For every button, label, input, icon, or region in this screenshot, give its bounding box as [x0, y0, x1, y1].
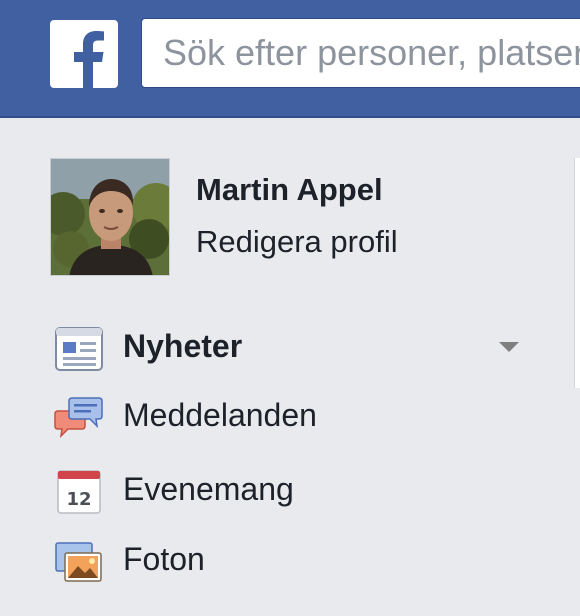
profile-name[interactable]: Martin Appel [196, 172, 383, 208]
facebook-f-icon[interactable] [50, 20, 118, 88]
sidebar-item-events[interactable]: 12 Evenemang [50, 461, 540, 519]
photos-icon [54, 539, 104, 585]
sidebar-item-label: Evenemang [123, 471, 294, 507]
sidebar-item-news-feed[interactable]: Nyheter [50, 318, 540, 376]
content-column-edge [574, 158, 580, 388]
messages-icon [54, 395, 104, 441]
search-input[interactable] [142, 19, 580, 87]
chevron-down-icon[interactable] [499, 342, 519, 352]
calendar-icon: 12 [54, 469, 104, 515]
search-box[interactable] [141, 18, 580, 88]
news-feed-icon [54, 326, 104, 372]
sidebar-item-photos[interactable]: Foton [50, 531, 540, 589]
profile-block: Martin Appel Redigera profil [50, 158, 500, 276]
sidebar-item-label: Foton [123, 541, 205, 577]
svg-text:12: 12 [66, 489, 91, 510]
sidebar-item-label: Nyheter [123, 328, 243, 364]
top-navigation-bar [0, 0, 580, 118]
avatar[interactable] [50, 158, 170, 276]
sidebar-item-label: Meddelanden [123, 397, 317, 433]
edit-profile-link[interactable]: Redigera profil [196, 224, 398, 260]
sidebar-item-messages[interactable]: Meddelanden [50, 387, 540, 445]
